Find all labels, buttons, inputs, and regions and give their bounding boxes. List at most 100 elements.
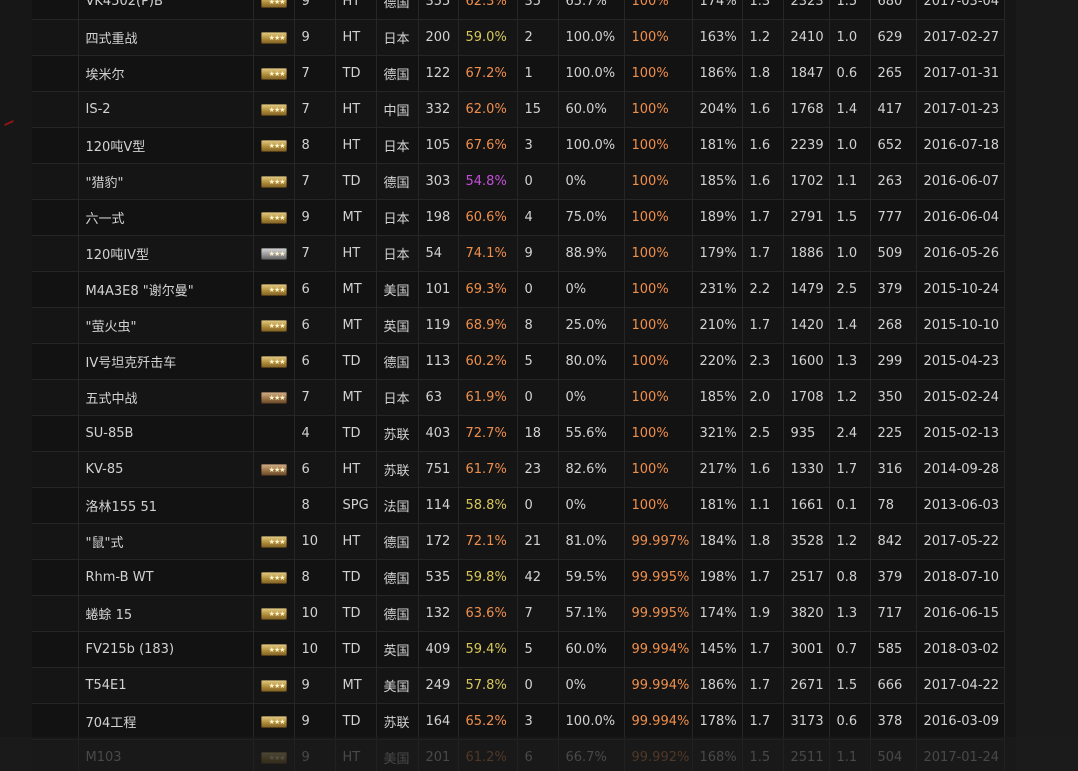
ratio-cell: 0%	[558, 487, 625, 524]
percentile-cell: 99.994%	[624, 667, 693, 704]
ratio-cell: 80.0%	[558, 343, 625, 380]
table-row[interactable]: "猎豹" 7 TD 德国 303 54.8% 0 0% 100% 185% 1.6 1702 1.1 26…	[32, 163, 1005, 200]
page-scroll-track[interactable]	[1016, 0, 1078, 771]
hit-ratio-cell: 1.3	[742, 0, 784, 20]
count-text: 21	[524, 534, 542, 549]
date-text: 2016-06-07	[923, 174, 1000, 189]
hit-ratio-cell: 1.7	[742, 703, 784, 740]
date-cell: 2015-04-23	[916, 343, 1005, 380]
kill-ratio-text: 1.5	[836, 678, 858, 693]
count-text: 5	[524, 354, 533, 369]
winrate-cell: 59.4%	[458, 631, 518, 668]
mastery-badge-cell	[253, 343, 295, 380]
date-cell: 2017-01-31	[916, 55, 1005, 92]
kill-ratio-cell: 1.5	[829, 0, 871, 20]
date-cell: 2016-05-26	[916, 235, 1005, 272]
table-row[interactable]: T54E1 9 MT 美国 249 57.8% 0 0% 99.994% 186% 1.7 2671 1…	[32, 667, 1005, 704]
hit-ratio-cell: 1.7	[742, 631, 784, 668]
table-row[interactable]: 四式重战 9 HT 日本 200 59.0% 2 100.0% 100% 163% 1.2 2410 1…	[32, 19, 1005, 56]
hit-ratio-text: 1.1	[749, 498, 771, 513]
table-row[interactable]: M4A3E8 "谢尔曼" 6 MT 美国 101 69.3% 0 0% 100% 231% 2.2 1…	[32, 271, 1005, 308]
efficiency-cell: 181%	[692, 127, 743, 164]
damage-text: 1330	[790, 462, 824, 477]
table-row[interactable]: "鼠"式 10 HT 德国 172 72.1% 21 81.0% 99.997% 184% 1.8 3…	[32, 523, 1005, 560]
battles-text: 132	[425, 606, 451, 621]
damage-text: 2517	[790, 570, 824, 585]
row-spacer-cell	[32, 307, 79, 344]
exp-cell: 265	[870, 55, 917, 92]
row-spacer-cell	[32, 19, 79, 56]
exp-cell: 666	[870, 667, 917, 704]
hit-ratio-text: 2.0	[749, 390, 771, 405]
table-row[interactable]: 蜷蜍 15 10 TD 德国 132 63.6% 7 57.1% 99.995% 174% 1.9 3…	[32, 595, 1005, 632]
table-row[interactable]: "萤火虫" 6 MT 英国 119 68.9% 8 25.0% 100% 210% 1.7 1420 1…	[32, 307, 1005, 344]
bottom-overlay-bar	[0, 737, 1078, 771]
mastery-badge-cell	[253, 379, 295, 416]
table-row[interactable]: IS-2 7 HT 中国 332 62.0% 15 60.0% 100% 204% 1.6 1768 1…	[32, 91, 1005, 128]
battles-cell: 114	[418, 487, 459, 524]
count-text: 18	[524, 426, 542, 441]
percentile-cell: 100%	[624, 127, 693, 164]
table-row[interactable]: Rhm-B WT 8 TD 德国 535 59.8% 42 59.5% 99.995% 198% 1…	[32, 559, 1005, 596]
tank-name-cell: 704工程	[78, 703, 254, 740]
battles-text: 105	[425, 138, 451, 153]
table-row[interactable]: 洛林155 51 8 SPG 法国 114 58.8% 0 0% 100% 181% 1.1 1661…	[32, 487, 1005, 524]
tier-text: 7	[301, 390, 310, 405]
percentile-cell: 100%	[624, 343, 693, 380]
nation-cell: 美国	[376, 667, 419, 704]
date-cell: 2018-07-10	[916, 559, 1005, 596]
table-row[interactable]: 六一式 9 MT 日本 198 60.6% 4 75.0% 100% 189% 1.7 2791 1.5…	[32, 199, 1005, 236]
tier-text: 8	[301, 570, 310, 585]
ratio-cell: 100.0%	[558, 55, 625, 92]
mastery-badge-cell	[253, 631, 295, 668]
efficiency-cell: 186%	[692, 667, 743, 704]
exp-cell: 680	[870, 0, 917, 20]
table-row[interactable]: 120吨V型 8 HT 日本 105 67.6% 3 100.0% 100% 181% 1.6 223…	[32, 127, 1005, 164]
table-row[interactable]: VK4502(P)B 9 HT 德国 355 62.3% 35 65.7% 100% 174% 1.…	[32, 0, 1005, 20]
tank-name-cell: 120吨V型	[78, 127, 254, 164]
row-spacer-cell	[32, 199, 79, 236]
table-row[interactable]: SU-85B 4 TD 苏联 403 72.7% 18 55.6% 100% 321% 2.5 935…	[32, 415, 1005, 452]
percentile-text: 100%	[631, 426, 669, 441]
date-text: 2015-02-13	[923, 426, 1000, 441]
hit-ratio-text: 2.2	[749, 282, 771, 297]
table-row[interactable]: 埃米尔 7 TD 德国 122 67.2% 1 100.0% 100% 186% 1.8 1847 0.…	[32, 55, 1005, 92]
class-cell: MT	[335, 667, 377, 704]
efficiency-cell: 174%	[692, 595, 743, 632]
table-row[interactable]: 120吨IV型 7 HT 日本 54 74.1% 9 88.9% 100% 179% 1.7 1886…	[32, 235, 1005, 272]
table-row[interactable]: 704工程 9 TD 苏联 164 65.2% 3 100.0% 99.994% 178% 1.7 3…	[32, 703, 1005, 740]
mastery-badge-cell	[253, 451, 295, 488]
class-text: TD	[342, 354, 361, 369]
winrate-cell: 67.6%	[458, 127, 518, 164]
tier-text: 7	[301, 246, 310, 261]
percentile-text: 100%	[631, 462, 669, 477]
count-cell: 35	[517, 0, 559, 20]
hit-ratio-cell: 2.3	[742, 343, 784, 380]
nation-cell: 德国	[376, 559, 419, 596]
battles-cell: 355	[418, 0, 459, 20]
exp-text: 316	[877, 462, 903, 477]
winrate-text: 62.3%	[465, 0, 507, 9]
winrate-cell: 72.7%	[458, 415, 518, 452]
kill-ratio-cell: 0.7	[829, 631, 871, 668]
ratio-text: 82.6%	[565, 462, 607, 477]
table-row[interactable]: IV号坦克歼击车 6 TD 德国 113 60.2% 5 80.0% 100% 220% 2.3 16…	[32, 343, 1005, 380]
tier-text: 4	[301, 426, 310, 441]
table-row[interactable]: KV-85 6 HT 苏联 751 61.7% 23 82.6% 100% 217% 1.6 1330…	[32, 451, 1005, 488]
date-cell: 2015-02-13	[916, 415, 1005, 452]
table-row[interactable]: 五式中战 7 MT 日本 63 61.9% 0 0% 100% 185% 2.0 1708 1.2 350…	[32, 379, 1005, 416]
damage-text: 1702	[790, 174, 824, 189]
tank-stats-table: VK4502(P)B9HT德国35562.3%3565.7%100%174%1.…	[32, 0, 1005, 771]
count-cell: 42	[517, 559, 559, 596]
tier-cell: 4	[294, 415, 336, 452]
tank-name-text: 四式重战	[85, 32, 138, 47]
damage-cell: 1600	[783, 343, 830, 380]
percentile-text: 100%	[631, 390, 669, 405]
table-row[interactable]: FV215b (183) 10 TD 英国 409 59.4% 5 60.0% 99.994% 1…	[32, 631, 1005, 668]
tier-text: 9	[301, 210, 310, 225]
percentile-cell: 100%	[624, 163, 693, 200]
efficiency-cell: 204%	[692, 91, 743, 128]
damage-cell: 1420	[783, 307, 830, 344]
hit-ratio-cell: 1.2	[742, 19, 784, 56]
percentile-cell: 99.997%	[624, 523, 693, 560]
